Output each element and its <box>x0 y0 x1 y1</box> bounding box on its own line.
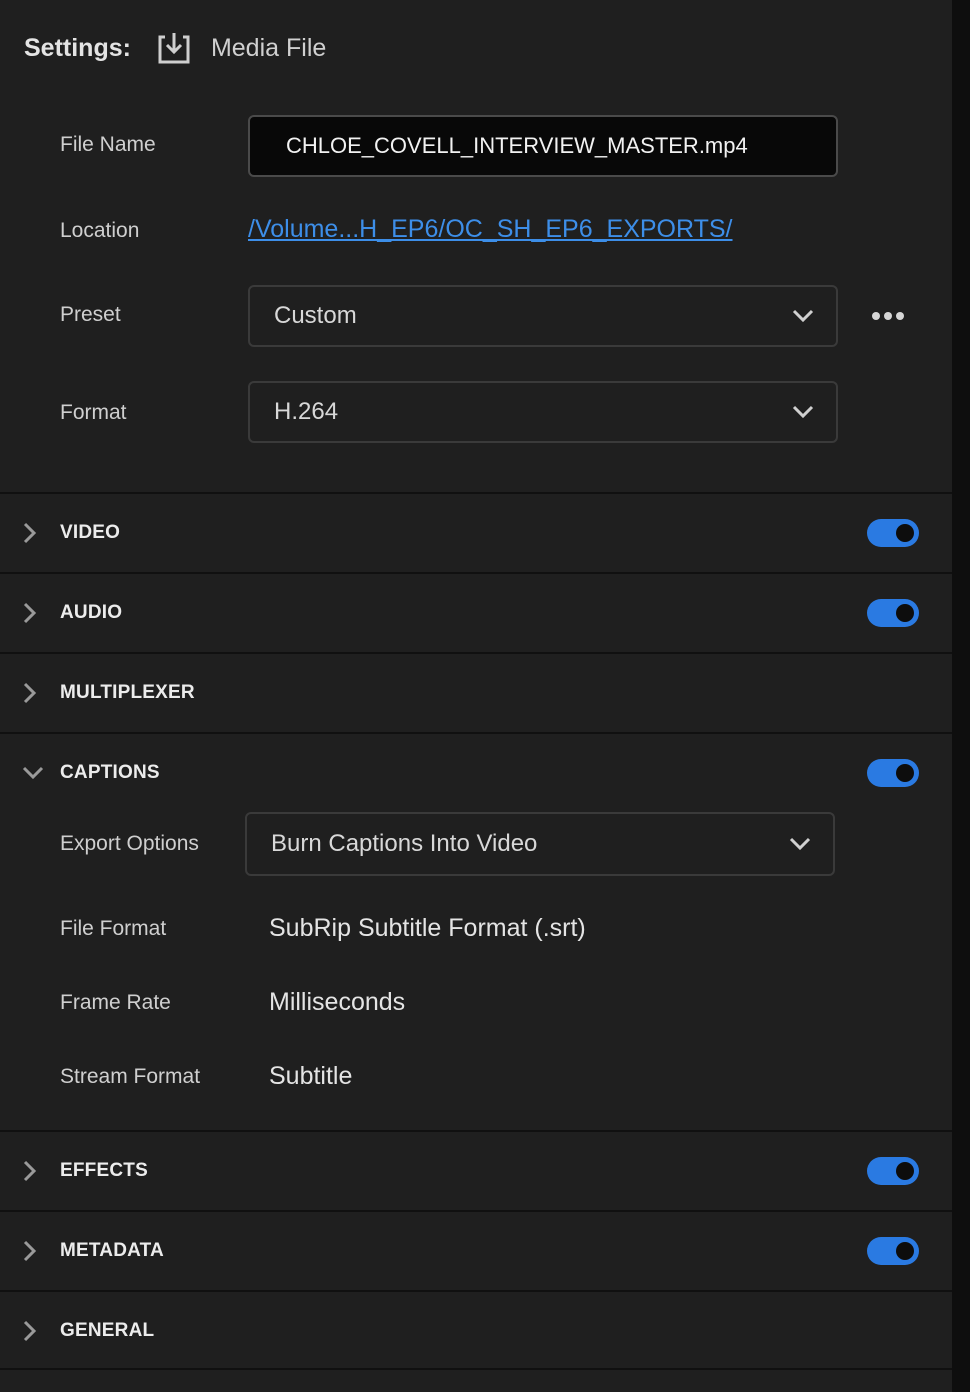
section-captions[interactable]: CAPTIONS <box>0 732 952 812</box>
chevron-right-icon[interactable] <box>22 1320 38 1342</box>
export-options-dropdown[interactable]: Burn Captions Into Video <box>245 812 835 876</box>
file-name-input[interactable]: CHLOE_COVELL_INTERVIEW_MASTER.mp4 <box>248 115 838 177</box>
section-title: CAPTIONS <box>60 762 160 783</box>
chevron-down-icon <box>792 405 814 419</box>
chevron-right-icon[interactable] <box>22 682 38 704</box>
format-dropdown[interactable]: H.264 <box>248 381 838 443</box>
format-value: H.264 <box>274 398 339 425</box>
format-label: Format <box>60 401 127 424</box>
export-settings-panel: Settings: Media File File Name CHLOE_COV… <box>0 0 952 1392</box>
section-title: VIDEO <box>60 522 121 543</box>
stream-format-row: Stream Format Subtitle <box>0 1060 952 1100</box>
file-name-row: File Name CHLOE_COVELL_INTERVIEW_MASTER.… <box>0 115 952 177</box>
section-metadata[interactable]: METADATA <box>0 1210 952 1290</box>
export-options-label: Export Options <box>60 832 199 855</box>
section-general[interactable]: GENERAL <box>0 1290 952 1370</box>
settings-label: Settings: <box>24 33 131 62</box>
preset-label: Preset <box>60 303 121 326</box>
frame-rate-value: Milliseconds <box>269 988 406 1016</box>
format-row: Format H.264 <box>0 381 952 443</box>
preset-dropdown[interactable]: Custom <box>248 285 838 347</box>
frame-rate-row: Frame Rate Milliseconds <box>0 986 952 1026</box>
captions-toggle[interactable] <box>867 759 919 787</box>
section-effects[interactable]: EFFECTS <box>0 1130 952 1210</box>
chevron-down-icon[interactable] <box>22 765 44 781</box>
location-label: Location <box>60 219 140 242</box>
file-format-row: File Format SubRip Subtitle Format (.srt… <box>0 912 952 952</box>
file-format-label: File Format <box>60 917 167 940</box>
export-icon[interactable] <box>157 31 191 65</box>
file-name-value: CHLOE_COVELL_INTERVIEW_MASTER.mp4 <box>286 133 748 158</box>
chevron-right-icon[interactable] <box>22 602 38 624</box>
effects-toggle[interactable] <box>867 1157 919 1185</box>
more-icon[interactable] <box>870 310 906 322</box>
stream-format-value: Subtitle <box>269 1062 353 1090</box>
chevron-down-icon <box>792 309 814 323</box>
section-title: GENERAL <box>60 1320 155 1341</box>
location-link[interactable]: /Volume...H_EP6/OC_SH_EP6_EXPORTS/ <box>248 215 733 244</box>
frame-rate-label: Frame Rate <box>60 991 171 1014</box>
section-title: EFFECTS <box>60 1160 148 1181</box>
preset-value: Custom <box>274 302 357 329</box>
settings-header: Settings: Media File <box>24 28 326 68</box>
section-audio[interactable]: AUDIO <box>0 572 952 652</box>
file-name-label: File Name <box>60 133 156 156</box>
file-format-value: SubRip Subtitle Format (.srt) <box>269 914 586 942</box>
stream-format-label: Stream Format <box>60 1065 201 1088</box>
panel-edge <box>952 0 970 1392</box>
metadata-toggle[interactable] <box>867 1237 919 1265</box>
media-file-label: Media File <box>210 33 327 62</box>
section-multiplexer[interactable]: MULTIPLEXER <box>0 652 952 732</box>
section-video[interactable]: VIDEO <box>0 492 952 572</box>
preset-row: Preset Custom <box>0 285 952 347</box>
export-options-row: Export Options Burn Captions Into Video <box>0 812 952 876</box>
divider <box>0 1368 952 1370</box>
chevron-right-icon[interactable] <box>22 522 38 544</box>
video-toggle[interactable] <box>867 519 919 547</box>
section-title: METADATA <box>60 1240 164 1261</box>
section-title: AUDIO <box>60 602 123 623</box>
chevron-right-icon[interactable] <box>22 1160 38 1182</box>
export-options-value: Burn Captions Into Video <box>271 830 538 857</box>
chevron-down-icon <box>789 837 811 851</box>
audio-toggle[interactable] <box>867 599 919 627</box>
location-row: Location /Volume...H_EP6/OC_SH_EP6_EXPOR… <box>0 215 952 255</box>
section-title: MULTIPLEXER <box>60 682 195 703</box>
chevron-right-icon[interactable] <box>22 1240 38 1262</box>
